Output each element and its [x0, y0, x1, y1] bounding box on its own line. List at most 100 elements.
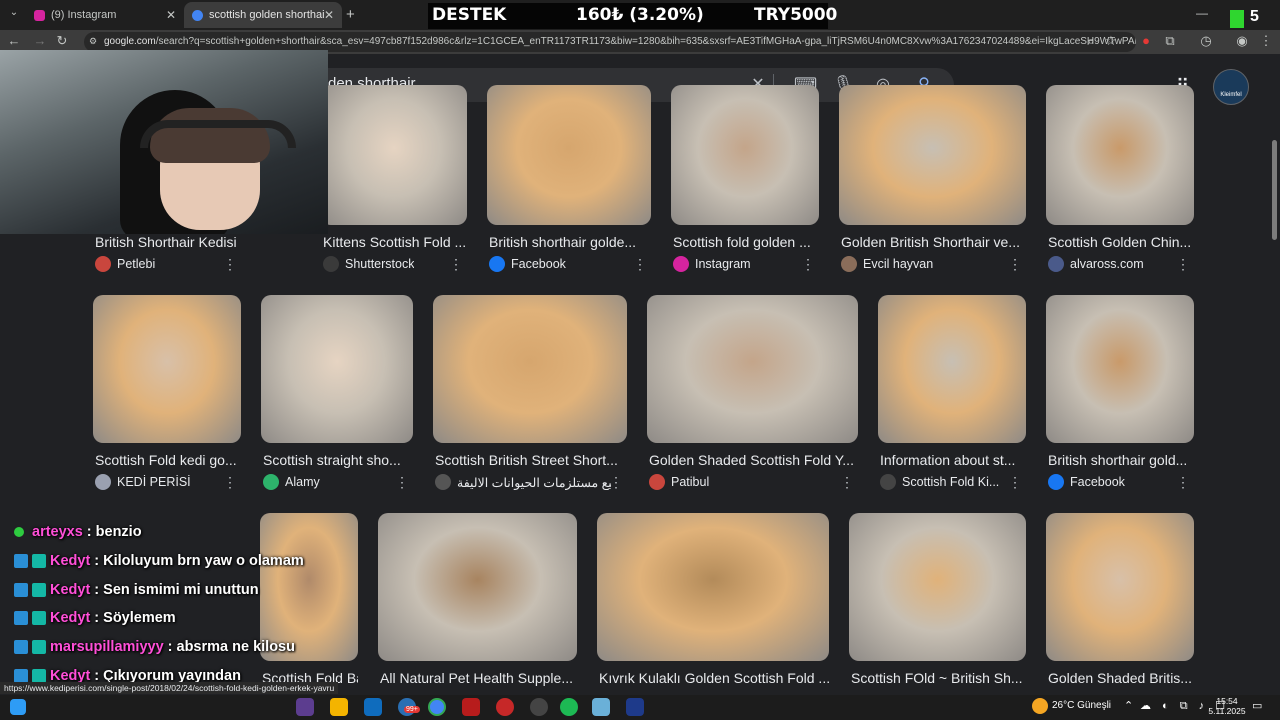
result-source[interactable]: Petlebi ⋮ [95, 256, 241, 272]
taskbar-app-icon[interactable] [626, 698, 644, 716]
scrollbar[interactable] [1272, 140, 1277, 240]
result-thumbnail[interactable] [878, 295, 1026, 443]
bookmark-star-icon[interactable]: ☆ [1103, 33, 1119, 49]
history-icon[interactable]: ◷ [1198, 33, 1214, 49]
image-result[interactable]: Scottish Fold kedi go... KEDİ PERİSİ ⋮ [93, 295, 241, 490]
result-title[interactable]: Golden British Shorthair ve... [841, 234, 1026, 250]
result-thumbnail[interactable] [261, 295, 413, 443]
result-thumbnail[interactable] [487, 85, 651, 225]
image-result[interactable]: Information about st... Scottish Fold Ki.… [878, 295, 1026, 490]
image-result[interactable]: British shorthair gold... Facebook ⋮ [1046, 295, 1194, 490]
result-title[interactable]: Scottish fold golden ... [673, 234, 819, 250]
more-options-icon[interactable]: ⋮ [395, 474, 409, 491]
more-options-icon[interactable]: ⋮ [223, 256, 237, 273]
result-thumbnail[interactable] [839, 85, 1026, 225]
result-source[interactable]: Patibul ⋮ [649, 474, 858, 490]
image-result[interactable]: British shorthair golde... Facebook ⋮ [487, 85, 651, 272]
result-title[interactable]: Scottish British Street Short... [435, 452, 627, 468]
image-result[interactable]: Golden Shaded Britis... [1046, 513, 1194, 686]
more-options-icon[interactable]: ⋮ [223, 474, 237, 491]
tab-instagram[interactable]: (9) Instagram ✕ [26, 2, 184, 28]
image-result[interactable]: Scottish British Street Short... لجميع مس… [433, 295, 627, 490]
image-result[interactable]: Golden British Shorthair ve... Evcil hayv… [839, 85, 1026, 272]
image-result[interactable]: Scottish FOld ~ British Sh... [849, 513, 1026, 686]
result-title[interactable]: British shorthair gold... [1048, 452, 1194, 468]
more-options-icon[interactable]: ⋮ [1008, 256, 1022, 273]
zoom-icon[interactable]: ⌕ [1083, 33, 1099, 49]
more-options-icon[interactable]: ⋮ [449, 256, 463, 273]
back-icon[interactable]: ← [6, 33, 22, 49]
result-source[interactable]: Instagram ⋮ [673, 256, 819, 272]
more-options-icon[interactable]: ⋮ [1176, 474, 1190, 491]
image-result[interactable]: Kıvrık Kulaklı Golden Scottish Fold ... [597, 513, 829, 686]
chrome-icon[interactable] [428, 698, 446, 716]
forward-icon[interactable]: → [32, 33, 48, 49]
close-tab-icon[interactable]: ✕ [166, 8, 176, 22]
result-thumbnail[interactable] [378, 513, 577, 661]
taskbar-app-icon[interactable] [296, 698, 314, 716]
taskbar-app-icon[interactable] [462, 698, 480, 716]
image-result[interactable]: Golden Shaded Scottish Fold Y... Patibul ⋮ [647, 295, 858, 490]
new-tab-icon[interactable]: + [346, 6, 355, 23]
result-thumbnail[interactable] [597, 513, 829, 661]
result-title[interactable]: Scottish Golden Chin... [1048, 234, 1194, 250]
image-result[interactable]: Scottish fold golden ... Instagram ⋮ [671, 85, 819, 272]
more-options-icon[interactable]: ⋮ [633, 256, 647, 273]
result-source[interactable]: Evcil hayvan ⋮ [841, 256, 1026, 272]
tab-google-search[interactable]: scottish golden shorthair - Goo ✕ [184, 2, 342, 28]
result-source[interactable]: Shutterstock ⋮ [323, 256, 467, 272]
extension-icon[interactable]: ● [1138, 33, 1154, 49]
result-thumbnail[interactable] [647, 295, 858, 443]
profile-icon[interactable]: ◉ [1234, 33, 1250, 49]
result-source[interactable]: Alamy ⋮ [263, 474, 413, 490]
address-bar[interactable]: google.com/search?q=scottish+golden+shor… [84, 32, 1136, 52]
close-tab-icon[interactable]: ✕ [324, 8, 334, 22]
site-info-icon[interactable]: ⚙ [89, 36, 99, 46]
result-thumbnail[interactable] [849, 513, 1026, 661]
extensions-puzzle-icon[interactable]: ⧉ [1162, 33, 1178, 49]
more-options-icon[interactable]: ⋮ [1008, 474, 1022, 491]
start-icon[interactable] [10, 699, 26, 715]
result-title[interactable]: All Natural Pet Health Supple... [380, 670, 577, 686]
image-result[interactable]: Kittens Scottish Fold ... Shutterstock ⋮ [321, 85, 467, 272]
result-title[interactable]: Kıvrık Kulaklı Golden Scottish Fold ... [599, 670, 829, 686]
menu-kebab-icon[interactable]: ⋮ [1258, 33, 1274, 49]
reload-icon[interactable]: ↻ [54, 33, 70, 49]
notifications-icon[interactable]: ▭ [1252, 699, 1262, 712]
minimize-icon[interactable]: — [1196, 6, 1208, 20]
result-title[interactable]: Golden Shaded Britis... [1048, 670, 1194, 686]
result-thumbnail[interactable] [433, 295, 627, 443]
result-title[interactable]: British Shorthair Kedisi Özellik... [95, 234, 241, 250]
result-title[interactable]: Scottish Fold kedi go... [95, 452, 241, 468]
more-options-icon[interactable]: ⋮ [1176, 256, 1190, 273]
result-title[interactable]: Kittens Scottish Fold ... [323, 234, 467, 250]
result-title[interactable]: Golden Shaded Scottish Fold Y... [649, 452, 858, 468]
image-result[interactable]: Scottish straight sho... Alamy ⋮ [261, 295, 413, 490]
more-options-icon[interactable]: ⋮ [609, 474, 623, 491]
result-thumbnail[interactable] [93, 295, 241, 443]
tab-search-icon[interactable]: ⌄ [6, 7, 22, 23]
result-thumbnail[interactable] [671, 85, 819, 225]
more-options-icon[interactable]: ⋮ [840, 474, 854, 491]
result-source[interactable]: Scottish Fold Ki... ⋮ [880, 474, 1026, 490]
account-avatar[interactable]: Kleimfel [1213, 69, 1249, 105]
image-result[interactable]: Scottish Golden Chin... alvaross.com ⋮ [1046, 85, 1194, 272]
result-title[interactable]: British shorthair golde... [489, 234, 651, 250]
taskbar-app-icon[interactable] [530, 698, 548, 716]
image-result[interactable]: All Natural Pet Health Supple... [378, 513, 577, 686]
result-source[interactable]: لجميع مستلزمات الحيوانات الاليفة ...⋮ [435, 474, 627, 490]
result-thumbnail[interactable] [1046, 295, 1194, 443]
result-source[interactable]: KEDİ PERİSİ ⋮ [95, 474, 241, 490]
result-thumbnail[interactable] [1046, 85, 1194, 225]
result-title[interactable]: Information about st... [880, 452, 1026, 468]
weather-text[interactable]: 26°C Güneşli [1052, 700, 1111, 711]
result-source[interactable]: Facebook ⋮ [489, 256, 651, 272]
image-result[interactable]: Scottish Fold Bakımı ve Bakımı (... [260, 513, 358, 686]
taskbar-app-icon[interactable] [496, 698, 514, 716]
result-title[interactable]: Scottish straight sho... [263, 452, 413, 468]
outlook-icon[interactable] [364, 698, 382, 716]
more-options-icon[interactable]: ⋮ [801, 256, 815, 273]
result-title[interactable]: Scottish FOld ~ British Sh... [851, 670, 1026, 686]
file-explorer-icon[interactable] [330, 698, 348, 716]
result-source[interactable]: Facebook ⋮ [1048, 474, 1194, 490]
